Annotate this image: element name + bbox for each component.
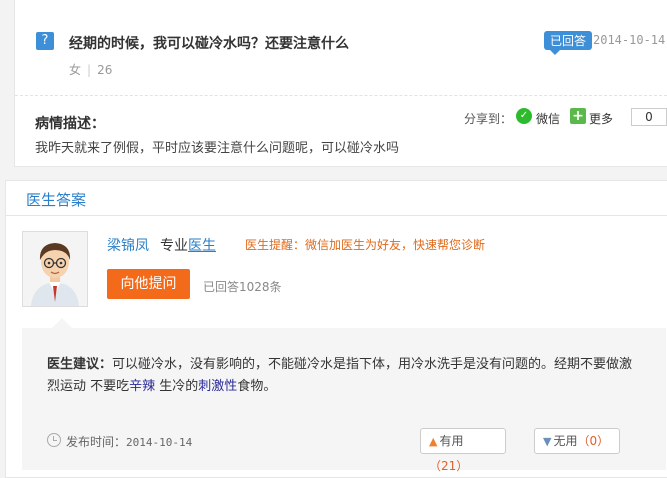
answer-card: 医生答案 梁锦凤 专业医生 医生提醒：微信加医生为好友，快速帮您诊断 向他提问 … <box>5 180 667 478</box>
question-icon: ? <box>36 32 54 50</box>
question-title: 经期的时候，我可以碰冷水吗？还要注意什么 <box>69 36 349 52</box>
advice-text: 医生建议：可以碰冷水，没有影响的，不能碰冷水是指下体，用冷水洗手是没有问题的。经… <box>47 354 637 398</box>
doctor-title: 专业医生 <box>160 235 216 255</box>
doctor-title-prefix: 专业 <box>160 238 188 254</box>
useful-button[interactable]: ▲ 有用 （21） <box>420 428 506 473</box>
wechat-icon[interactable]: ✓ <box>516 108 532 124</box>
advice-part2: 生冷的 <box>155 379 199 394</box>
advice-part3: 食物。 <box>237 379 277 394</box>
clock-icon <box>47 433 61 447</box>
share-more-link[interactable]: 更多 <box>589 110 613 127</box>
thumbs-up-icon: ▲ <box>429 435 438 448</box>
divider <box>15 95 667 96</box>
publish-time: 发布时间：2014-10-14 <box>66 433 192 450</box>
description-label: 病情描述： <box>35 116 105 132</box>
question-date: 2014-10-14 <box>593 33 666 47</box>
question-card: ? 经期的时候，我可以碰冷水吗？还要注意什么 女 | 26 已回答 2014-10-… <box>14 0 667 167</box>
doctor-title-link[interactable]: 医生 <box>188 238 216 254</box>
share-label: 分享到： <box>464 112 513 126</box>
patient-gender: 女 <box>69 63 82 77</box>
advice-label: 医生建议： <box>47 357 113 372</box>
publish-date: 2014-10-14 <box>126 436 193 449</box>
publish-label: 发布时间： <box>66 435 127 449</box>
keyword-link-spicy[interactable]: 辛辣 <box>129 379 155 394</box>
share-wechat-link[interactable]: 微信 <box>536 110 560 127</box>
answer-count: 已回答1028条 <box>203 280 282 294</box>
keyword-link-irritant[interactable]: 刺激性 <box>198 379 237 394</box>
useless-button[interactable]: ▼ 无用（0） <box>534 428 620 454</box>
doctor-name-link[interactable]: 梁锦凤 <box>107 235 149 255</box>
answer-section-title: 医生答案 <box>26 191 87 209</box>
doctor-avatar[interactable] <box>22 231 88 307</box>
useless-count: （0） <box>577 434 610 448</box>
ask-doctor-button[interactable]: 向他提问 <box>107 269 190 299</box>
question-meta: 女 | 26 <box>69 63 113 77</box>
thumbs-down-icon: ▼ <box>543 435 552 448</box>
useful-label: 有用 <box>439 434 464 448</box>
plus-icon[interactable]: + <box>570 108 586 124</box>
status-badge: 已回答 <box>544 31 593 55</box>
divider <box>6 215 667 216</box>
useful-count: （21） <box>429 459 469 473</box>
share-count: 0 <box>631 108 667 126</box>
useless-label: 无用 <box>553 434 578 448</box>
doctor-tip: 医生提醒：微信加医生为好友，快速帮您诊断 <box>245 238 486 252</box>
patient-age: 26 <box>97 63 113 77</box>
description-text: 我昨天就来了例假，平时应该要注意什么问题呢，可以碰冷水吗 <box>35 141 400 156</box>
advice-box: 医生建议：可以碰冷水，没有影响的，不能碰冷水是指下体，用冷水洗手是没有问题的。经… <box>22 318 666 473</box>
